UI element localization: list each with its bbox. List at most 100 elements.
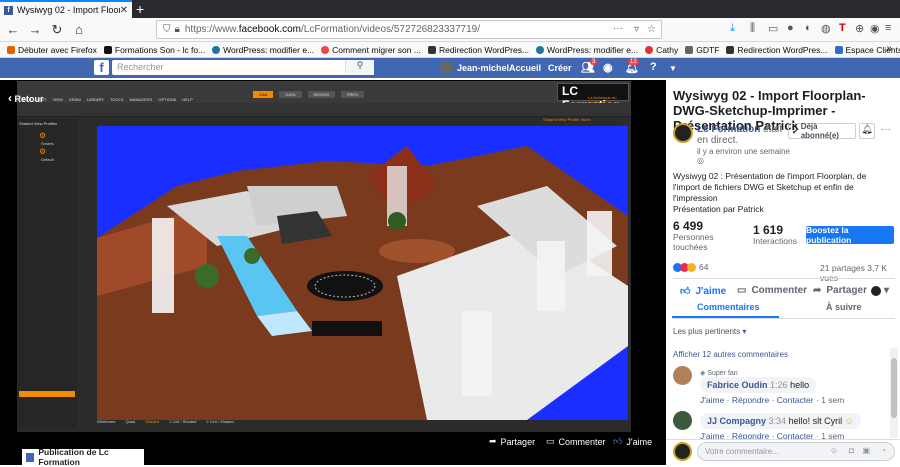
home-link[interactable]: Accueil: [509, 63, 541, 73]
subscribed-button[interactable]: ✔Déjà abonné(e): [788, 123, 856, 139]
url-bar[interactable]: ⛉ 🔒︎ https://www.facebook.com/LcFormatio…: [156, 20, 662, 39]
profile-link[interactable]: Jean-michel: [457, 63, 509, 73]
comment-reply-link[interactable]: Répondre: [732, 395, 769, 405]
interactions-label: Interactions: [753, 236, 797, 246]
sidebar-icon[interactable]: ▭: [768, 22, 778, 35]
page-avatar[interactable]: [673, 123, 693, 143]
extension-icon-3[interactable]: ⊕: [855, 22, 864, 35]
chevron-left-icon: ‹: [8, 91, 12, 105]
stage-render-image: [97, 126, 628, 420]
search-input[interactable]: Rechercher: [112, 60, 374, 75]
url-prefix: https://www.: [185, 24, 239, 35]
bookmark-item[interactable]: WordPress: modifier e...: [536, 45, 638, 55]
facebook-logo-icon[interactable]: f: [94, 60, 109, 75]
lock-icon: 🔒︎: [175, 24, 180, 35]
extension-icon[interactable]: ◐: [805, 22, 812, 34]
video-share-button[interactable]: ➦Partager: [489, 436, 535, 447]
comment-author[interactable]: Fabrice Oudin: [707, 380, 768, 390]
avatar[interactable]: [673, 411, 692, 430]
comment-actions: J'aime · Répondre · Contacter · 1 sem: [700, 395, 844, 405]
menu-icon[interactable]: ≡: [885, 22, 891, 34]
pocket-icon[interactable]: ▿: [634, 24, 639, 35]
more-bookmarks-icon[interactable]: »: [886, 43, 892, 54]
like-action-button[interactable]: 👍︎J'aime: [680, 285, 726, 297]
tab-comments[interactable]: Commentaires: [697, 302, 760, 312]
app-menu: FILEEDITVIEWDRAWLIBRARYTOOLSMANAGERSOPTI…: [23, 97, 193, 102]
more-options-icon[interactable]: ···: [881, 124, 891, 135]
extension-icon-4[interactable]: ◉: [870, 22, 880, 35]
messenger-icon[interactable]: ◉: [603, 61, 613, 74]
comments-sort-dropdown[interactable]: Les plus pertinents ▾: [673, 327, 746, 336]
search-button[interactable]: ⚲: [345, 60, 374, 75]
comment-bubble: JJ Compagny 3:34 hello! slt Cyril ☺: [700, 413, 861, 429]
friends-badge: 3: [590, 59, 597, 65]
bookmark-item[interactable]: Cathy: [645, 45, 678, 55]
video-back-button[interactable]: ‹ Retour: [8, 91, 44, 105]
emoji-icon[interactable]: ☺: [830, 446, 838, 455]
caret-down-icon: ▾: [742, 327, 746, 336]
forward-icon[interactable]: →: [24, 22, 46, 37]
video-like-button[interactable]: 👍︎J'aime: [613, 436, 652, 447]
comment-action-button[interactable]: ▭Commenter: [737, 285, 807, 296]
extension-t-icon[interactable]: T: [839, 22, 846, 34]
shield-icon: ⛉: [163, 24, 171, 35]
3d-viewport: [97, 126, 628, 420]
post-time[interactable]: il y a environ une semaine: [697, 147, 790, 156]
tab-title: Wysiwyg 02 - Import Floorpla: [17, 5, 120, 15]
bookmark-star-icon[interactable]: ☆: [647, 24, 656, 35]
bookmark-item[interactable]: GDTF: [685, 45, 719, 55]
comment-icon: ▭: [546, 436, 555, 447]
browser-tab[interactable]: f Wysiwyg 02 - Import Floorpla ✕: [0, 0, 132, 18]
video-comment-button[interactable]: ▭Commenter: [546, 436, 606, 447]
new-tab-icon[interactable]: +: [136, 1, 144, 17]
comment-like-link[interactable]: J'aime: [700, 395, 724, 405]
library-icon[interactable]: ⫼: [750, 22, 755, 35]
dropdown-icon[interactable]: ▼: [669, 64, 677, 73]
camera-icon[interactable]: ◘: [849, 446, 854, 455]
publication-tab[interactable]: Publication de Lc Formation: [22, 449, 144, 465]
bookmark-item[interactable]: Redirection WordPres...: [726, 45, 827, 55]
boost-post-button[interactable]: Boostez la publication: [806, 226, 894, 244]
sticker-icon[interactable]: ◔: [881, 446, 886, 455]
page-name-link[interactable]: Lc Formation: [697, 124, 760, 135]
gif-icon[interactable]: ▣: [862, 446, 870, 455]
share-action-button[interactable]: ➦Partager: [813, 285, 867, 296]
people-reached-label: Personnes touchées: [673, 232, 723, 252]
app-mode-tabs: CAD DATA DESIGN PRES: [253, 91, 364, 98]
globe-icon: ◎: [697, 156, 704, 165]
bookmark-item[interactable]: Débuter avec Firefox: [7, 45, 97, 55]
facebook-favicon-icon: f: [4, 6, 13, 15]
avatar: [673, 442, 692, 461]
wow-reaction-icon: [687, 263, 696, 272]
tab-follow[interactable]: À suivre: [826, 302, 862, 312]
more-icon[interactable]: ···: [613, 23, 623, 34]
bookmark-item[interactable]: WordPress: modifier e...: [212, 45, 314, 55]
help-icon[interactable]: ?: [650, 61, 657, 73]
search-icon: ⚲: [357, 60, 364, 70]
comment-input[interactable]: Votre commentaire... ☺ ◘ ▣ ◔: [697, 442, 895, 461]
avatar[interactable]: [440, 61, 453, 74]
comments-scrollbar[interactable]: [890, 348, 898, 438]
navigation-bar: ← → ↻ ⌂ ⛉ 🔒︎ https://www.facebook.com/Lc…: [0, 18, 900, 42]
bookmark-item[interactable]: Comment migrer son ...: [321, 45, 421, 55]
avatar[interactable]: [673, 366, 692, 385]
bookmark-item[interactable]: Redirection WordPres...: [428, 45, 529, 55]
more-comments-link[interactable]: Afficher 12 autres commentaires: [673, 350, 788, 359]
back-icon[interactable]: ←: [2, 22, 24, 37]
comment-author[interactable]: JJ Compagny: [707, 416, 766, 426]
reload-icon[interactable]: ↻: [46, 22, 68, 38]
notifications-badge: 12: [628, 59, 639, 65]
create-link[interactable]: Créer: [548, 63, 572, 73]
thumbs-up-icon: 👍︎: [613, 436, 622, 447]
account-icon[interactable]: ●: [787, 22, 794, 34]
url-path: /LcFormation/videos/572726823337719/: [301, 24, 480, 35]
home-icon[interactable]: ⌂: [68, 22, 90, 37]
post-as-selector[interactable]: ▾: [871, 285, 889, 296]
bell-icon[interactable]: 🔔︎: [859, 123, 875, 139]
extension-icon-2[interactable]: ◍: [821, 22, 831, 35]
download-icon[interactable]: ⤓: [730, 22, 735, 35]
bookmark-item[interactable]: Formations Son - lc fo...: [104, 45, 205, 55]
comment-contact-link[interactable]: Contacter: [777, 395, 814, 405]
close-tab-icon[interactable]: ✕: [120, 5, 128, 16]
reactions-summary[interactable]: 64: [673, 262, 708, 272]
